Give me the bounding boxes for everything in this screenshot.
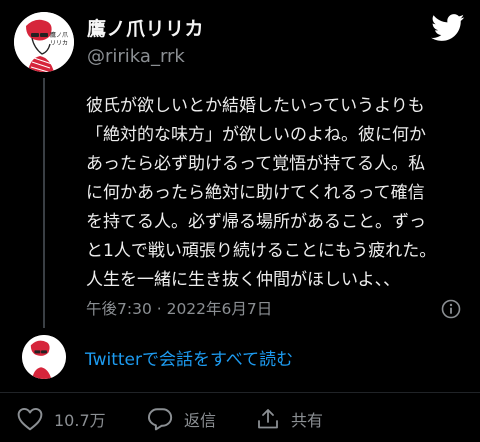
read-conversation-link[interactable]: Twitterで会話をすべて読む xyxy=(85,345,293,370)
tweet-body-line: に何かあったら絶対に助けてくれるって確信 xyxy=(86,183,425,203)
conversation-avatar xyxy=(22,335,66,379)
thread-line xyxy=(43,78,45,328)
tweet-body-line: 「絶対的な味方」が欲しいのよね。彼に何か xyxy=(86,125,426,145)
user-handle[interactable]: @ririka_rrk xyxy=(87,46,185,67)
twitter-bird-icon[interactable] xyxy=(431,14,465,42)
display-name[interactable]: 鷹ノ爪リリカ xyxy=(87,14,204,41)
share-label: 共有 xyxy=(291,411,324,430)
info-icon[interactable] xyxy=(441,299,461,319)
speech-bubble-icon xyxy=(147,407,173,431)
tweet-card: 鷹ノ爪 リリカ 鷹ノ爪リリカ @ririka_rrk 彼氏が欲しいとか結婚したい… xyxy=(0,0,480,442)
tweet-body-line: 人生を一緒に生き抜く仲間がほしいよ、、 xyxy=(86,270,401,290)
avatar-caption: 鷹ノ爪 リリカ xyxy=(50,32,69,47)
heart-icon xyxy=(17,407,43,431)
tweet-body: 彼氏が欲しいとか結婚したいっていうよりも 「絶対的な味方」が欲しいのよね。彼に何… xyxy=(86,92,470,295)
tweet-timestamp[interactable]: 午後7:30 · 2022年6月7日 xyxy=(86,297,272,319)
like-button[interactable]: 10.7万 xyxy=(17,406,106,432)
share-button[interactable]: 共有 xyxy=(256,406,323,432)
divider xyxy=(0,392,480,393)
tweet-body-line: あったら必ず助けるって覚悟が持てる人。私 xyxy=(86,154,426,174)
author-avatar[interactable]: 鷹ノ爪 リリカ xyxy=(14,12,74,72)
tweet-body-line: 彼氏が欲しいとか結婚したいっていうよりも xyxy=(86,96,425,116)
like-count: 10.7万 xyxy=(54,411,106,430)
tweet-body-line: を持てる人。必ず帰る場所があること。ずっ xyxy=(86,212,426,232)
reply-label: 返信 xyxy=(184,411,217,430)
reply-button[interactable]: 返信 xyxy=(147,406,216,432)
share-icon xyxy=(256,407,280,431)
tweet-body-line: と1人で戦い頑張り続けることにもう疲れた。 xyxy=(86,241,437,261)
